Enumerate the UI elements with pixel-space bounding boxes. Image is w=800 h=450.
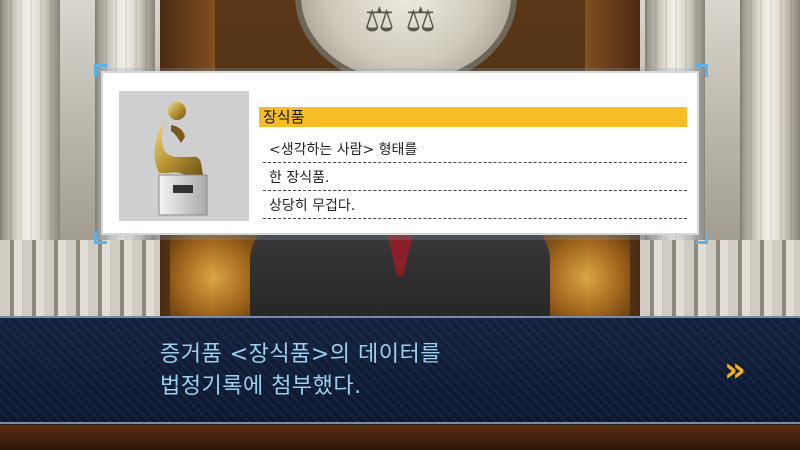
double-chevron-right-icon[interactable]: » (720, 353, 750, 387)
evidence-description-line: 상당히 무겁다. (263, 193, 687, 219)
courtroom-floor (0, 425, 800, 450)
evidence-description-line: <생각하는 사람> 형태를 (263, 137, 687, 163)
right-ornament (540, 230, 630, 325)
dialogue-line: 법정기록에 첨부했다. (160, 374, 362, 399)
thinker-statue-icon (154, 102, 208, 216)
scales-of-justice-icon: ⚖ ⚖ (364, 0, 436, 40)
left-ornament (170, 230, 260, 325)
evidence-title: 장식품 (259, 107, 687, 127)
evidence-image (119, 91, 249, 221)
dialogue-line: 증거품 <장식품>의 데이터를 (160, 342, 441, 367)
dialogue-box[interactable]: 증거품 <장식품>의 데이터를 법정기록에 첨부했다. (0, 316, 800, 424)
evidence-panel: 장식품 <생각하는 사람> 형태를 한 장식품. 상당히 무겁다. (94, 64, 708, 244)
evidence-description-line: 한 장식품. (263, 165, 687, 191)
evidence-card: 장식품 <생각하는 사람> 형태를 한 장식품. 상당히 무겁다. (101, 71, 699, 235)
